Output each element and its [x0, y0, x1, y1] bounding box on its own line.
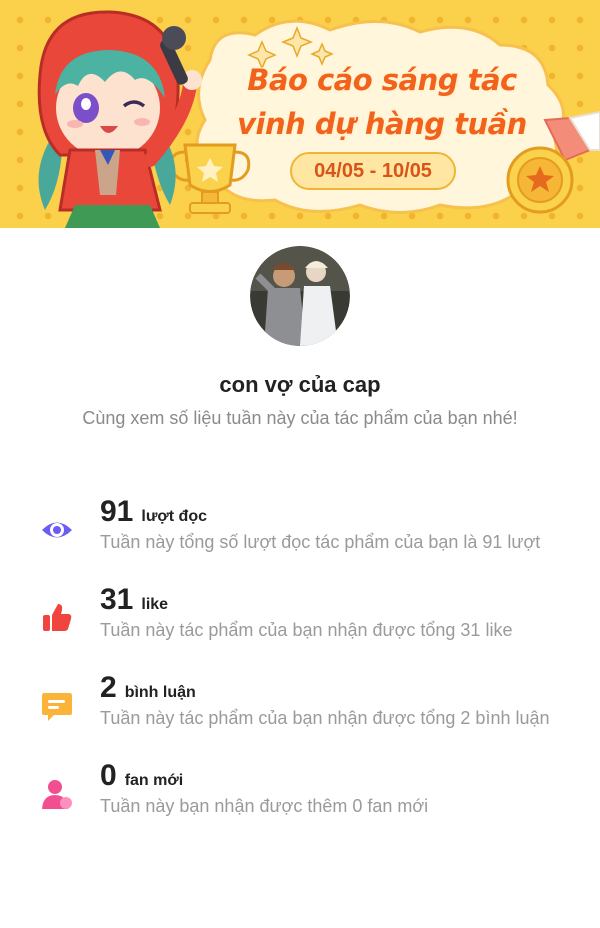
character-illustration — [37, 10, 202, 228]
stat-comments-value: 2 — [100, 671, 117, 704]
stat-comments-unit: bình luận — [124, 684, 196, 701]
profile-section: con vợ của cap Cùng xem số liệu tuần này… — [0, 228, 600, 429]
username: con vợ của cap — [219, 372, 381, 397]
stat-comments: 2 bình luận Tuần này tác phẩm của bạn nhậ… — [40, 671, 560, 729]
stat-reads-unit: lượt đọc — [141, 508, 207, 525]
stat-reads-description: Tuần này tổng số lượt đọc tác phẩm của b… — [100, 532, 541, 552]
stat-likes: 31 like Tuần này tác phẩm của bạn nhận đư… — [40, 583, 560, 641]
report-subtitle: Cùng xem số liệu tuần này của tác phẩm c… — [82, 408, 518, 428]
stat-likes-unit: like — [141, 596, 169, 613]
stat-likes-description: Tuần này tác phẩm của bạn nhận được tổng… — [100, 620, 513, 640]
stat-new-fans-description: Tuần này bạn nhận được thêm 0 fan mới — [100, 796, 429, 816]
thumbs-up-icon — [43, 604, 72, 631]
stat-new-fans-unit: fan mới — [124, 772, 184, 789]
stat-new-fans: 0 fan mới Tuần này bạn nhận được thêm 0 f… — [40, 759, 560, 817]
stat-reads: 91 lượt đọc Tuần này tổng số lượt đọc tác… — [40, 495, 560, 553]
avatar[interactable] — [250, 246, 350, 346]
stats-list: 91 lượt đọc Tuần này tổng số lượt đọc tác… — [0, 495, 600, 817]
comment-icon — [42, 693, 72, 721]
banner-title-line2: vinh dự hàng tuần — [237, 107, 527, 141]
banner-title-line1: Báo cáo sáng tác — [247, 63, 517, 97]
stat-likes-value: 31 — [100, 583, 134, 616]
weekly-report-banner: Báo cáo sáng tác vinh dự hàng tuần 04/05… — [0, 0, 600, 228]
stat-new-fans-value: 0 — [100, 759, 117, 792]
date-range-badge: 04/05 - 10/05 — [290, 152, 456, 190]
user-icon — [42, 780, 72, 809]
banner-title: Báo cáo sáng tác vinh dự hàng tuần — [232, 58, 532, 146]
eye-icon — [42, 522, 72, 538]
stat-comments-description: Tuần này tác phẩm của bạn nhận được tổng… — [100, 708, 550, 728]
stat-reads-value: 91 — [100, 495, 134, 528]
